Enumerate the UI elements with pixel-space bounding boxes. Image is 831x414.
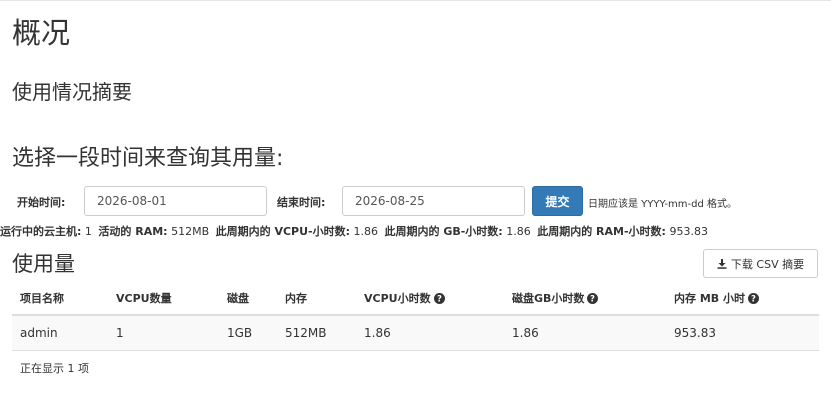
col-vcpu-hours[interactable]: VCPU小时数?: [356, 282, 504, 316]
cell-vcpu-hours: 1.86: [356, 315, 504, 351]
download-csv-label: 下载 CSV 摘要: [730, 257, 805, 271]
download-csv-button[interactable]: 下载 CSV 摘要: [703, 249, 818, 278]
ram-value: 512MB: [171, 225, 210, 238]
start-date-input[interactable]: [84, 186, 267, 216]
date-format-hint: 日期应该是 YYYY-mm-dd 格式。: [588, 199, 737, 210]
cell-ram: 512MB: [277, 315, 356, 351]
col-vcpus[interactable]: VCPU数量: [108, 282, 219, 316]
ram-hours-value: 953.83: [669, 225, 708, 238]
instances-label: 运行中的云主机:: [0, 225, 82, 238]
col-project-name[interactable]: 项目名称: [12, 282, 108, 316]
gb-hours-label: 此周期内的 GB-小时数:: [384, 225, 503, 238]
usage-table: 项目名称 VCPU数量 磁盘 内存 VCPU小时数? 磁盘GB小时数? 内存 M…: [12, 282, 819, 351]
svg-text:?: ?: [751, 295, 756, 304]
table-row: admin 1 1GB 512MB 1.86 1.86 953.83: [12, 315, 819, 351]
svg-text:?: ?: [590, 295, 595, 304]
cell-disk: 1GB: [219, 315, 277, 351]
col-disk[interactable]: 磁盘: [219, 282, 277, 316]
download-icon: [717, 258, 727, 269]
usage-stats-line: 运行中的云主机: 1 活动的 RAM: 512MB 此周期内的 VCPU-小时数…: [0, 223, 831, 239]
cell-vcpus: 1: [108, 315, 219, 351]
ram-label: 活动的 RAM:: [98, 225, 168, 238]
date-range-form: 开始时间: 结束时间: 提交 日期应该是 YYYY-mm-dd 格式。: [0, 186, 831, 216]
col-ram[interactable]: 内存: [277, 282, 356, 316]
end-date-input[interactable]: [342, 186, 525, 216]
table-header-row: 项目名称 VCPU数量 磁盘 内存 VCPU小时数? 磁盘GB小时数? 内存 M…: [12, 282, 819, 316]
submit-button[interactable]: 提交: [532, 186, 583, 216]
ram-hours-label: 此周期内的 RAM-小时数:: [537, 225, 666, 238]
top-border: [0, 0, 831, 1]
item-count: 正在显示 1 项: [20, 362, 89, 375]
vcpu-hours-label: 此周期内的 VCPU-小时数:: [215, 225, 350, 238]
end-date-label: 结束时间:: [277, 196, 326, 209]
cell-disk-gb-hours: 1.86: [504, 315, 666, 351]
cell-project-name: admin: [12, 315, 108, 351]
gb-hours-value: 1.86: [506, 225, 531, 238]
usage-title: 使用量: [12, 252, 75, 276]
svg-text:?: ?: [437, 295, 442, 304]
question-circle-icon: ?: [587, 293, 599, 304]
page-title: 概况: [12, 16, 71, 50]
date-query-title: 选择一段时间来查询其用量:: [12, 146, 284, 171]
col-ram-mb-hours[interactable]: 内存 MB 小时?: [666, 282, 819, 316]
col-disk-gb-hours[interactable]: 磁盘GB小时数?: [504, 282, 666, 316]
start-date-label: 开始时间:: [17, 196, 66, 209]
usage-summary-title: 使用情况摘要: [12, 80, 132, 104]
question-circle-icon: ?: [433, 293, 445, 304]
instances-value: 1: [84, 225, 92, 238]
cell-ram-mb-hours: 953.83: [666, 315, 819, 351]
question-circle-icon: ?: [748, 293, 759, 304]
vcpu-hours-value: 1.86: [353, 225, 379, 238]
